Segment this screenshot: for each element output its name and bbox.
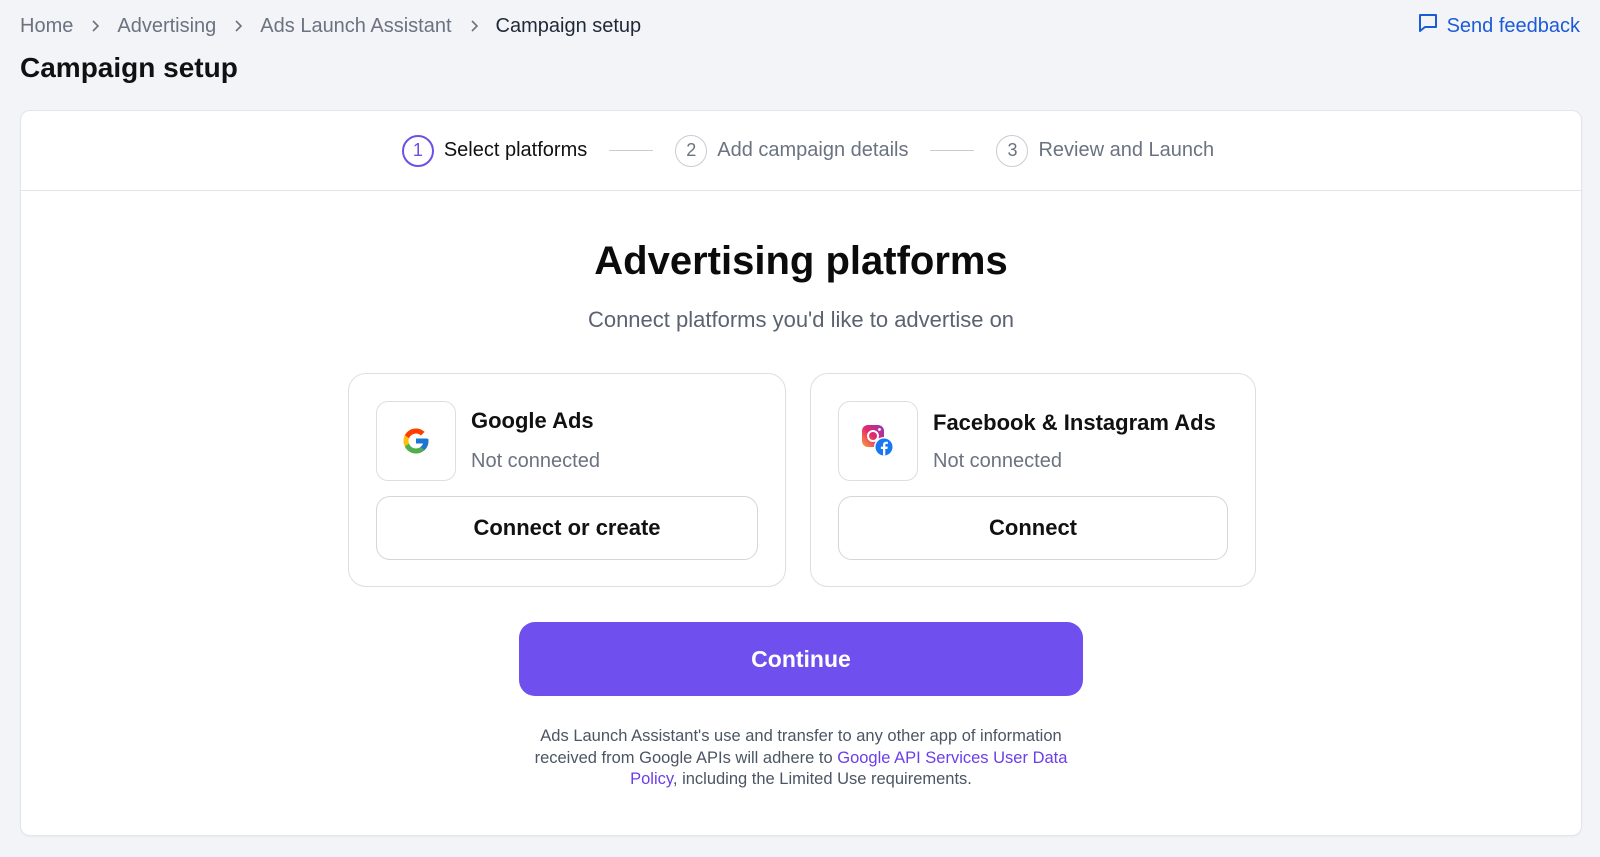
step-label: Add campaign details <box>717 139 909 161</box>
chevron-right-icon <box>452 19 496 33</box>
platform-name: Facebook & Instagram Ads <box>933 410 1216 435</box>
disclaimer-text-end: , including the Limited Use requirements… <box>672 770 972 788</box>
step-divider <box>609 150 654 151</box>
breadcrumb-ads-launch-assistant[interactable]: Ads Launch Assistant <box>260 15 451 38</box>
step-label: Select platforms <box>443 139 588 161</box>
disclaimer: Ads Launch Assistant's use and transfer … <box>21 726 1581 791</box>
continue-button[interactable]: Continue <box>519 622 1083 696</box>
breadcrumb-home[interactable]: Home <box>20 15 73 38</box>
top-bar: Home Advertising Ads Launch Assistant Ca… <box>20 12 1580 40</box>
step-label: Review and Launch <box>1038 139 1215 161</box>
step-review-and-launch[interactable]: 3 Review and Launch <box>996 134 1215 167</box>
breadcrumb-current: Campaign setup <box>495 14 642 37</box>
step-number: 3 <box>996 134 1029 167</box>
platform-name: Google Ads <box>471 408 594 433</box>
platform-status: Not connected <box>933 450 1062 472</box>
chat-icon <box>1417 12 1439 40</box>
step-divider <box>930 150 975 151</box>
section-subtitle: Connect platforms you'd like to advertis… <box>587 307 1015 332</box>
breadcrumb-advertising[interactable]: Advertising <box>117 15 216 38</box>
step-number: 1 <box>401 134 434 167</box>
send-feedback-label: Send feedback <box>1446 14 1580 37</box>
stepper: 1 Select platforms 2 Add campaign detail… <box>21 111 1581 191</box>
send-feedback-link[interactable]: Send feedback <box>1417 12 1580 40</box>
step-add-campaign-details[interactable]: 2 Add campaign details <box>675 134 909 167</box>
connect-button[interactable]: Connect <box>838 496 1228 560</box>
breadcrumb: Home Advertising Ads Launch Assistant Ca… <box>20 15 641 38</box>
campaign-setup-card: 1 Select platforms 2 Add campaign detail… <box>20 110 1582 836</box>
page-title: Campaign setup <box>20 52 238 83</box>
section-title: Advertising platforms <box>594 239 1008 283</box>
facebook-instagram-ads-card: Facebook & Instagram Ads Not connected C… <box>810 373 1256 587</box>
step-number: 2 <box>675 134 708 167</box>
platform-status: Not connected <box>471 450 600 472</box>
connect-or-create-button[interactable]: Connect or create <box>376 496 758 560</box>
chevron-right-icon <box>216 19 260 33</box>
chevron-right-icon <box>73 19 117 33</box>
instagram-facebook-icon <box>838 401 918 481</box>
google-icon <box>376 401 456 481</box>
step-select-platforms[interactable]: 1 Select platforms <box>401 134 588 167</box>
google-ads-card: Google Ads Not connected Connect or crea… <box>348 373 786 587</box>
